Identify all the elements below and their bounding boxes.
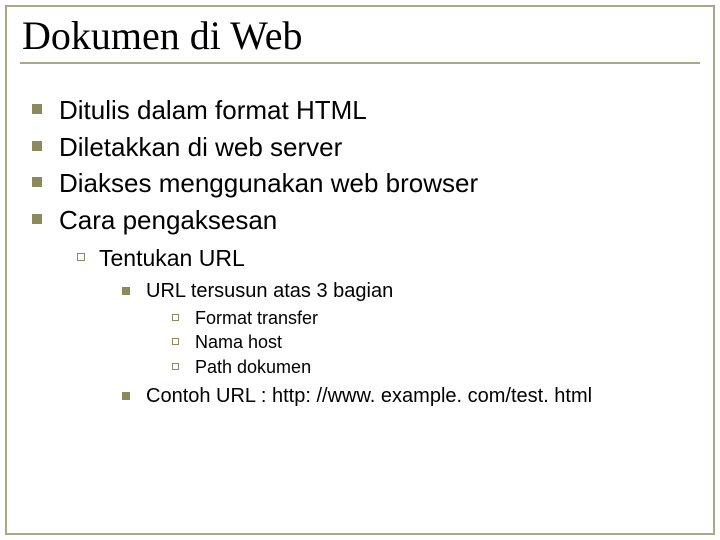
list-item-text: Nama host — [195, 331, 282, 354]
list-item: URL tersusun atas 3 bagian — [122, 279, 698, 304]
list-item-text: Format transfer — [195, 307, 318, 330]
title-underline — [20, 62, 700, 64]
square-bullet-icon — [32, 104, 42, 114]
list-item: Tentukan URL — [77, 244, 698, 273]
square-bullet-icon — [122, 287, 130, 295]
list-item: Diakses menggunakan web browser — [32, 167, 698, 200]
hollow-square-bullet-icon — [172, 314, 179, 321]
list-item: Cara pengaksesan — [32, 204, 698, 237]
square-bullet-icon — [32, 141, 42, 151]
list-level-3: URL tersusun atas 3 bagian — [122, 279, 698, 304]
hollow-square-bullet-icon — [77, 253, 85, 261]
list-item-text: Diletakkan di web server — [59, 131, 342, 164]
square-bullet-icon — [122, 392, 130, 400]
list-item-text: URL tersusun atas 3 bagian — [146, 279, 393, 304]
list-level-2: Tentukan URL — [77, 244, 698, 273]
list-item-text: Cara pengaksesan — [59, 204, 277, 237]
list-item-text: Contoh URL : http: //www. example. com/t… — [146, 384, 592, 409]
hollow-square-bullet-icon — [172, 363, 179, 370]
list-item-text: Path dokumen — [195, 356, 311, 379]
slide-content: Dokumen di Web Ditulis dalam format HTML… — [0, 0, 720, 432]
list-item: Format transfer — [172, 307, 698, 330]
list-item-text: Diakses menggunakan web browser — [59, 167, 478, 200]
list-item-text: Ditulis dalam format HTML — [59, 94, 367, 127]
list-item: Nama host — [172, 331, 698, 354]
list-item: Contoh URL : http: //www. example. com/t… — [122, 384, 698, 409]
square-bullet-icon — [32, 214, 42, 224]
list-level-3: Contoh URL : http: //www. example. com/t… — [122, 384, 698, 409]
square-bullet-icon — [32, 177, 42, 187]
list-item-text: Tentukan URL — [99, 244, 245, 273]
list-level-4: Format transfer Nama host Path dokumen — [172, 307, 698, 379]
hollow-square-bullet-icon — [172, 338, 179, 345]
slide-title: Dokumen di Web — [22, 12, 698, 59]
list-item: Ditulis dalam format HTML — [32, 94, 698, 127]
list-item: Diletakkan di web server — [32, 131, 698, 164]
list-level-1: Ditulis dalam format HTML Diletakkan di … — [32, 94, 698, 236]
list-item: Path dokumen — [172, 356, 698, 379]
